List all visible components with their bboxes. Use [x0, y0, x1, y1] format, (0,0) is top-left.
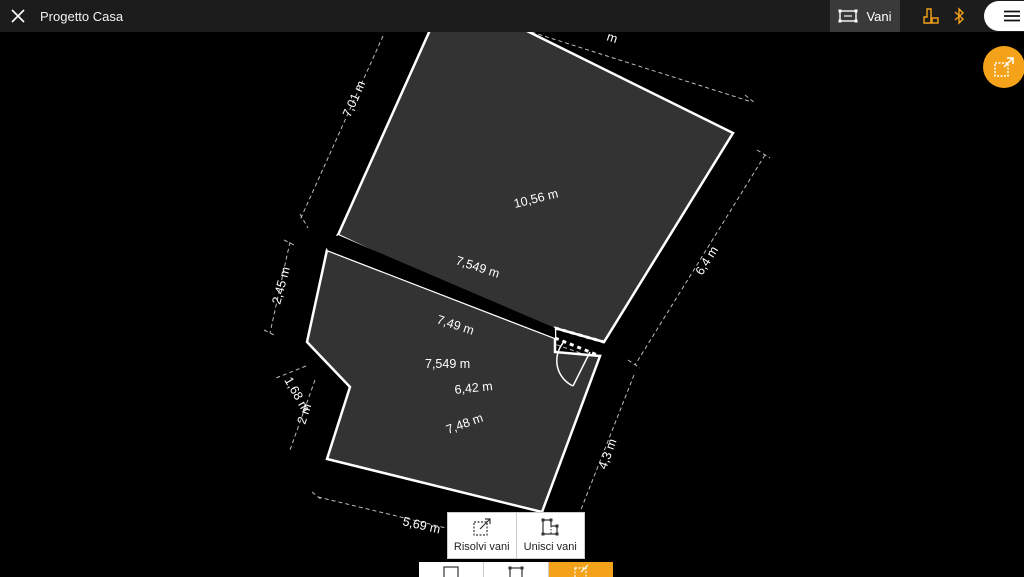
- rooms-label: Vani: [866, 8, 892, 24]
- dim-lower-bottom: 5,69 m: [401, 514, 441, 536]
- top-bar: Progetto Casa Vani: [0, 0, 1024, 32]
- points-tool-icon: [508, 566, 524, 577]
- close-button[interactable]: [0, 0, 36, 32]
- tool-tab-room[interactable]: [419, 562, 483, 577]
- dim-lower-mid-a: 7,549 m: [425, 357, 470, 371]
- rooms-icon: [838, 9, 858, 23]
- level-icon: [923, 8, 939, 24]
- split-rooms-icon: [473, 518, 491, 536]
- room-tool-icon: [443, 566, 459, 577]
- edit-tool-icon: [574, 564, 589, 577]
- dim-lower-left: 2,45 m: [269, 265, 292, 306]
- close-icon: [11, 9, 25, 23]
- bluetooth-icon: [954, 7, 965, 25]
- dim-lower-right: 4,3 m: [596, 437, 620, 471]
- bottom-toolbar: [419, 562, 613, 577]
- dim-top-wall: m: [605, 32, 619, 46]
- floor-plan[interactable]: m 7,01 m 10,56 m 7,549 m 6,4 m 2,45 m 7,…: [0, 32, 1024, 577]
- split-rooms-label: Risolvi vani: [453, 541, 510, 553]
- dim-upper-right: 6,4 m: [693, 244, 721, 278]
- rooms-button[interactable]: Vani: [830, 0, 900, 32]
- tool-tab-edit[interactable]: [548, 562, 613, 577]
- menu-icon: [1004, 10, 1020, 22]
- dim-upper-left: 7,01 m: [340, 79, 368, 120]
- split-rooms-button[interactable]: Risolvi vani: [448, 513, 516, 558]
- project-title: Progetto Casa: [40, 8, 124, 24]
- room-actions: Risolvi vani Unisci vani: [447, 512, 585, 559]
- merge-rooms-label: Unisci vani: [523, 541, 577, 553]
- merge-rooms-button[interactable]: Unisci vani: [515, 513, 585, 558]
- merge-rooms-icon: [541, 518, 559, 536]
- bluetooth-button[interactable]: [945, 0, 973, 32]
- level-button[interactable]: [917, 0, 945, 32]
- tool-tab-points[interactable]: [483, 562, 548, 577]
- menu-button[interactable]: [984, 1, 1024, 31]
